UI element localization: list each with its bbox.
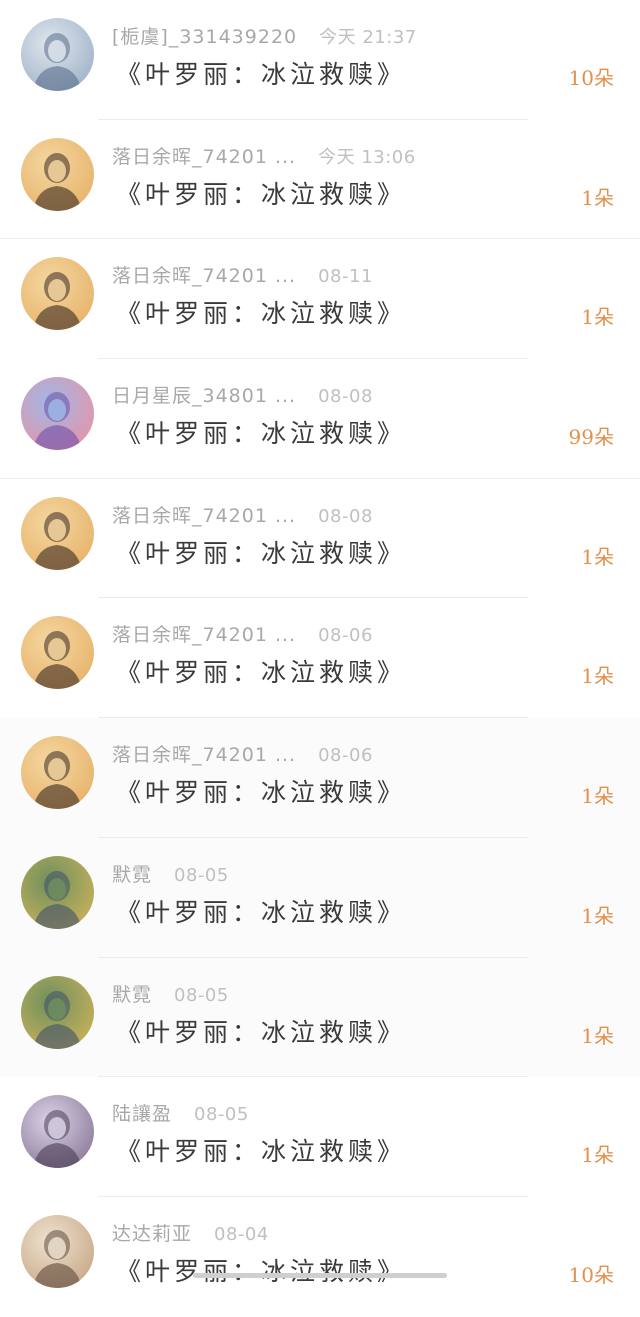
item-meta: 落日余晖_74201 ... 今天 13:06: [112, 142, 416, 169]
timestamp: 08-05: [174, 984, 229, 1006]
avatar-sunset-girl[interactable]: [21, 616, 94, 690]
timestamp: 今天 21:37: [319, 27, 417, 48]
avatar-sunset-girl[interactable]: [21, 137, 94, 211]
avatar-anime-blonde[interactable]: [21, 1214, 94, 1288]
user-name[interactable]: 落日余晖_74201 ...: [112, 142, 296, 169]
gift-title: 《叶罗丽：冰泣救赎》: [116, 658, 407, 688]
gift-title: 《叶罗丽：冰泣救赎》: [116, 60, 407, 89]
avatar-anime-pink-hair[interactable]: [21, 377, 94, 451]
flower-count: 1朵: [581, 544, 614, 569]
item-meta: 默霓 08-05: [112, 980, 229, 1007]
home-indicator[interactable]: [193, 1273, 447, 1278]
item-meta: 达达莉亚 08-04: [112, 1219, 269, 1246]
list-item[interactable]: 落日余晖_74201 ... 08-06 《叶罗丽：冰泣救赎》 1朵: [0, 598, 640, 719]
list-item[interactable]: 默霓 08-05 《叶罗丽：冰泣救赎》 1朵: [0, 837, 640, 958]
timestamp: 今天 13:06: [318, 146, 416, 168]
avatar-sunset-girl[interactable]: [21, 257, 94, 331]
item-meta: 落日余晖_74201 ... 08-11: [112, 261, 373, 288]
user-name[interactable]: 落日余晖_74201 ...: [112, 620, 296, 647]
list-item[interactable]: 落日余晖_74201 ... 08-06 《叶罗丽：冰泣救赎》 1朵: [0, 718, 640, 838]
list-item[interactable]: 默霓 08-05 《叶罗丽：冰泣救赎》 1朵: [0, 957, 640, 1078]
flower-count: 1朵: [581, 305, 614, 330]
flower-count: 99朵: [568, 425, 614, 450]
gift-title: 《叶罗丽：冰泣救赎》: [116, 538, 407, 568]
timestamp: 08-05: [194, 1104, 249, 1126]
flower-count: 1朵: [581, 185, 614, 210]
item-meta: 默霓 08-05: [112, 860, 229, 887]
timestamp: 08-05: [174, 864, 229, 886]
flower-count: 1朵: [581, 1023, 614, 1048]
list-item[interactable]: 落日余晖_74201 ... 08-08 《叶罗丽：冰泣救赎》 1朵: [0, 479, 640, 599]
item-meta: 落日余晖_74201 ... 08-06: [112, 740, 373, 767]
timestamp: 08-04: [214, 1223, 269, 1245]
avatar-armored-figure[interactable]: [21, 855, 94, 929]
user-name[interactable]: 默霓: [112, 980, 152, 1007]
gift-title: 《叶罗丽：冰泣救赎》: [116, 1256, 407, 1286]
list-item[interactable]: 落日余晖_74201 ... 今天 13:06 《叶罗丽：冰泣救赎》 1朵: [0, 120, 640, 240]
avatar-illustrated-woman[interactable]: [21, 1095, 94, 1169]
item-meta: 落日余晖_74201 ... 08-06: [112, 620, 373, 647]
timestamp: 08-08: [318, 505, 373, 527]
avatar-anime-white-hair[interactable]: [21, 18, 94, 91]
flower-count: 1朵: [581, 664, 614, 689]
item-meta: 陆讓盈 08-05: [112, 1099, 249, 1126]
user-name[interactable]: 落日余晖_74201 ...: [112, 501, 296, 528]
list-item[interactable]: 落日余晖_74201 ... 08-11 《叶罗丽：冰泣救赎》 1朵: [0, 239, 640, 360]
flower-count: 1朵: [581, 784, 614, 809]
avatar-sunset-girl[interactable]: [21, 736, 94, 810]
user-name[interactable]: 默霓: [112, 860, 152, 887]
timestamp: 08-06: [318, 625, 373, 647]
user-name[interactable]: 陆讓盈: [112, 1099, 172, 1126]
gift-title: 《叶罗丽：冰泣救赎》: [116, 299, 407, 329]
list-item[interactable]: 达达莉亚 08-04 《叶罗丽：冰泣救赎》 10朵: [0, 1197, 640, 1317]
gift-title: 《叶罗丽：冰泣救赎》: [116, 1017, 407, 1047]
list-item[interactable]: 日月星辰_34801 ... 08-08 《叶罗丽：冰泣救赎》 99朵: [0, 359, 640, 479]
flower-count: 1朵: [581, 1143, 614, 1168]
list-item[interactable]: 陆讓盈 08-05 《叶罗丽：冰泣救赎》 1朵: [0, 1077, 640, 1197]
avatar-sunset-girl[interactable]: [21, 496, 94, 570]
gift-title: 《叶罗丽：冰泣救赎》: [116, 897, 407, 927]
avatar-armored-figure[interactable]: [21, 975, 94, 1049]
gift-title: 《叶罗丽：冰泣救赎》: [116, 419, 407, 449]
gift-title: 《叶罗丽：冰泣救赎》: [116, 1137, 407, 1167]
list-item[interactable]: [栀虞]_331439220 今天 21:37 《叶罗丽：冰泣救赎》 10朵: [0, 0, 640, 120]
user-name[interactable]: 落日余晖_74201 ...: [112, 261, 296, 288]
item-meta: 日月星辰_34801 ... 08-08: [112, 381, 373, 408]
user-name[interactable]: 达达莉亚: [112, 1219, 192, 1246]
gift-title: 《叶罗丽：冰泣救赎》: [116, 179, 407, 209]
item-meta: [栀虞]_331439220 今天 21:37: [112, 22, 417, 49]
user-name[interactable]: 日月星辰_34801 ...: [112, 381, 296, 408]
item-meta: 落日余晖_74201 ... 08-08: [112, 501, 373, 528]
flower-count: 1朵: [581, 903, 614, 928]
timestamp: 08-08: [318, 386, 373, 408]
user-name[interactable]: 落日余晖_74201 ...: [112, 740, 296, 767]
timestamp: 08-11: [318, 266, 373, 288]
gift-record-list: [栀虞]_331439220 今天 21:37 《叶罗丽：冰泣救赎》 10朵 落…: [0, 0, 640, 1317]
flower-count: 10朵: [568, 66, 614, 90]
user-name[interactable]: [栀虞]_331439220: [112, 22, 297, 49]
timestamp: 08-06: [318, 745, 373, 767]
gift-title: 《叶罗丽：冰泣救赎》: [116, 778, 407, 808]
